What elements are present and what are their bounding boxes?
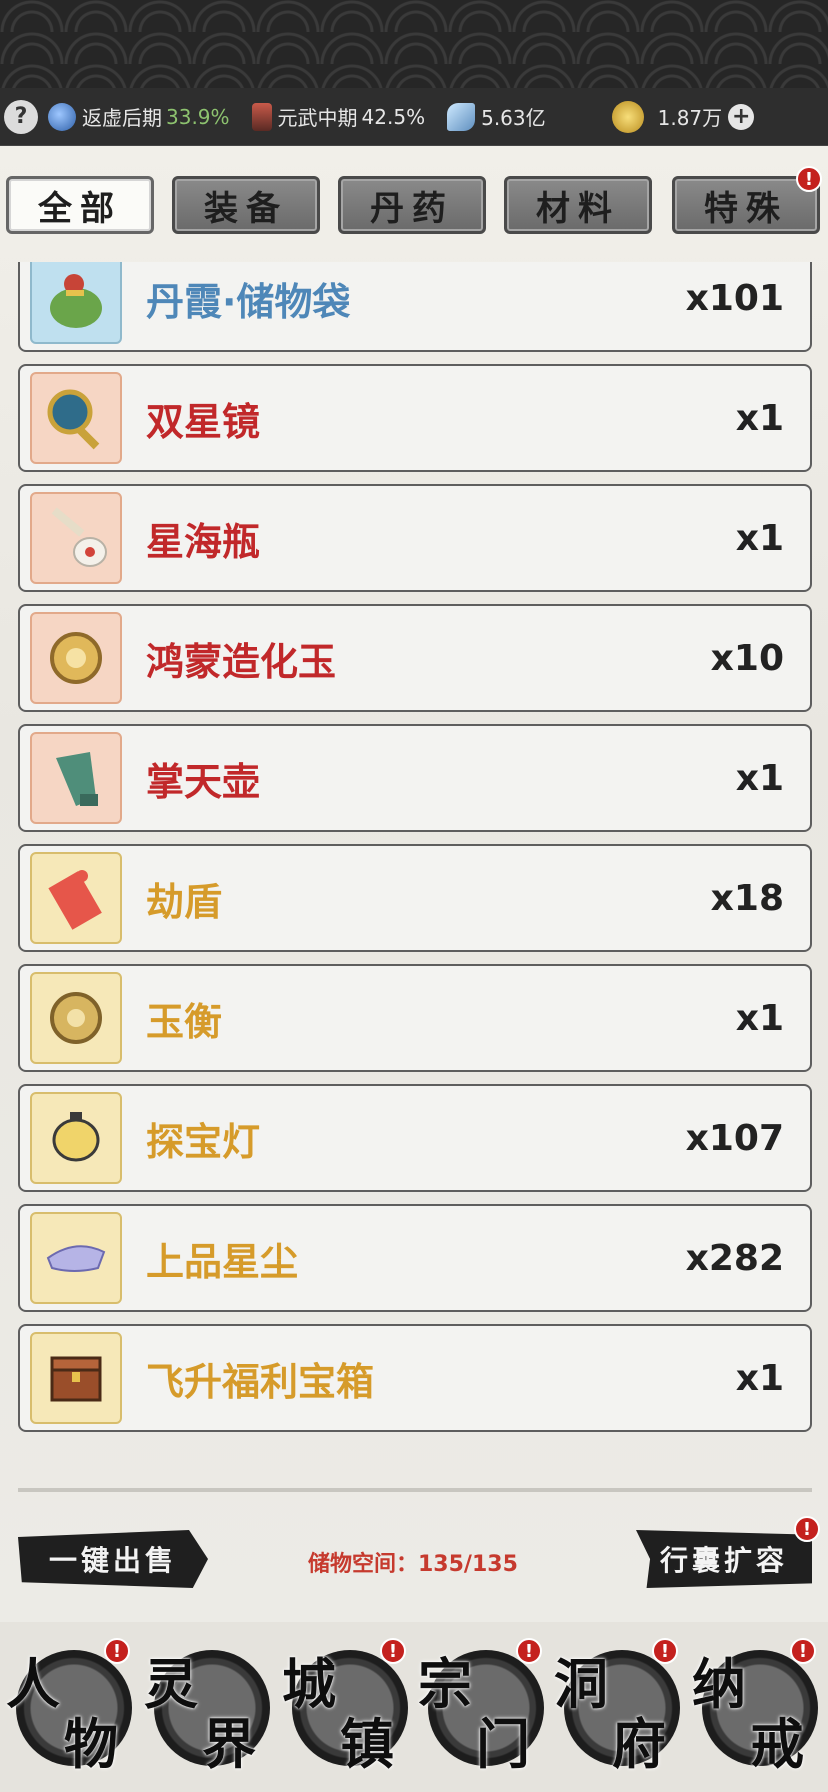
item-qty: x1 [735,517,784,559]
item-name: 飞升福利宝箱 [146,1359,375,1404]
martial-progress: 42.5% [361,104,426,129]
nav-char-2: 物 [64,1712,118,1776]
nav-badge: ! [790,1638,816,1664]
expand-storage-button[interactable]: 行囊扩容 [636,1530,812,1588]
nav-char-2: 门 [476,1712,530,1776]
item-qty: x1 [735,1357,784,1399]
help-icon[interactable]: ? [4,99,38,134]
nav-char-1: 城 [282,1652,336,1716]
nav-badge: ! [516,1638,542,1664]
talisman-icon [30,852,122,944]
nav-char-1: 宗 [418,1652,472,1716]
item-name: 丹霞·储物袋 [146,279,351,324]
nav-character[interactable]: 人 物 ! [4,1636,138,1784]
list-item[interactable]: ! 丹霞·储物袋 x101 [18,262,812,352]
trident-icon [251,102,272,131]
chest-icon [30,1332,122,1424]
tab-materials[interactable]: 材料 [504,176,652,234]
item-qty: x107 [685,1117,784,1159]
item-qty: x18 [710,877,784,919]
item-name: 劫盾 [146,879,223,924]
jade-icon [30,972,122,1064]
nav-ring-storage[interactable]: 纳 戒 ! [690,1636,824,1784]
yin-yang-icon [48,102,76,131]
nav-char-1: 灵 [144,1652,198,1716]
item-qty: x282 [685,1237,784,1279]
tab-equipment[interactable]: 装备 [172,176,320,234]
list-item[interactable]: 掌天壶 x1 [18,724,812,832]
coin-value: 1.87万 [657,106,723,130]
sell-all-button[interactable]: 一键出售 [18,1530,208,1588]
nav-cave[interactable]: 洞 府 ! [552,1636,686,1784]
storage-capacity: 储物空间：135/135 [308,1552,518,1577]
top-decoration [0,0,828,88]
coin-item: 1.87万 + [611,100,755,133]
nav-sect[interactable]: 宗 门 ! [416,1636,550,1784]
lantern-icon [30,1092,122,1184]
item-qty: x101 [685,277,784,319]
item-name: 玉衡 [146,999,223,1044]
item-list[interactable]: ! 丹霞·储物袋 x101 双星镜 x1 星海瓶 x1 鸿蒙造化玉 x10 [18,262,812,1460]
item-qty: x1 [735,997,784,1039]
crystal-icon [447,102,476,131]
list-item[interactable]: 劫盾 x18 [18,844,812,952]
jade-icon [30,612,122,704]
bag-icon [30,262,122,344]
coin-icon [611,100,644,133]
spirit-stone-item: 5.63亿 [447,102,546,131]
mirror-icon [30,372,122,464]
tab-special-badge: ! [796,166,822,192]
realm-label: 返虚后期 [82,106,162,130]
item-qty: x1 [735,757,784,799]
list-item[interactable]: 鸿蒙造化玉 x10 [18,604,812,712]
nav-town[interactable]: 城 镇 ! [280,1636,414,1784]
spirit-stone-value: 5.63亿 [481,106,546,130]
item-qty: x10 [710,637,784,679]
martial-item: 元武中期 42.5% [251,102,426,131]
nav-badge: ! [104,1638,130,1664]
list-item[interactable]: 飞升福利宝箱 x1 [18,1324,812,1432]
tab-pills[interactable]: 丹药 [338,176,486,234]
inventory-actions: 一键出售 储物空间：135/135 行囊扩容 ! [0,1516,828,1596]
item-name: 星海瓶 [146,519,261,564]
nav-char-1: 纳 [692,1652,746,1716]
expand-storage-badge: ! [794,1516,820,1542]
list-item[interactable]: 星海瓶 x1 [18,484,812,592]
nav-char-2: 界 [202,1712,256,1776]
stardust-icon [30,1212,122,1304]
pot-icon [30,732,122,824]
item-name: 上品星尘 [146,1239,299,1284]
bottle-icon [30,492,122,584]
item-qty: x1 [735,397,784,439]
nav-badge: ! [380,1638,406,1664]
nav-char-1: 人 [6,1652,60,1716]
nav-char-1: 洞 [554,1652,608,1716]
item-name: 掌天壶 [146,759,261,804]
realm-progress: 33.9% [166,104,230,129]
inventory-panel: 全部 装备 丹药 材料 特殊 ! ! 丹霞·储物袋 x101 双星镜 x1 星海… [0,146,828,1622]
martial-label: 元武中期 [277,106,358,130]
nav-char-2: 戒 [750,1712,804,1776]
item-name: 探宝灯 [146,1119,261,1164]
list-item[interactable]: 玉衡 x1 [18,964,812,1072]
list-divider [18,1488,812,1492]
tab-all[interactable]: 全部 [6,176,154,234]
category-tabs: 全部 装备 丹药 材料 特殊 ! [0,166,828,236]
list-item[interactable]: 探宝灯 x107 [18,1084,812,1192]
add-coin-button[interactable]: + [728,103,755,130]
nav-char-2: 镇 [340,1712,394,1776]
item-name: 双星镜 [146,399,261,444]
status-bar: ? 返虚后期 33.9% 元武中期 42.5% 5.63亿 1.87万 + [0,88,828,146]
bottom-navigation: 人 物 ! 灵 界 城 镇 ! 宗 门 ! 洞 府 ! 纳 戒 ! [0,1622,828,1792]
help-item: ? 返虚后期 33.9% [0,99,230,134]
nav-spirit-realm[interactable]: 灵 界 [142,1636,276,1784]
item-name: 鸿蒙造化玉 [146,639,337,684]
list-item[interactable]: 双星镜 x1 [18,364,812,472]
nav-badge: ! [652,1638,678,1664]
list-item[interactable]: 上品星尘 x282 [18,1204,812,1312]
nav-char-2: 府 [612,1712,666,1776]
